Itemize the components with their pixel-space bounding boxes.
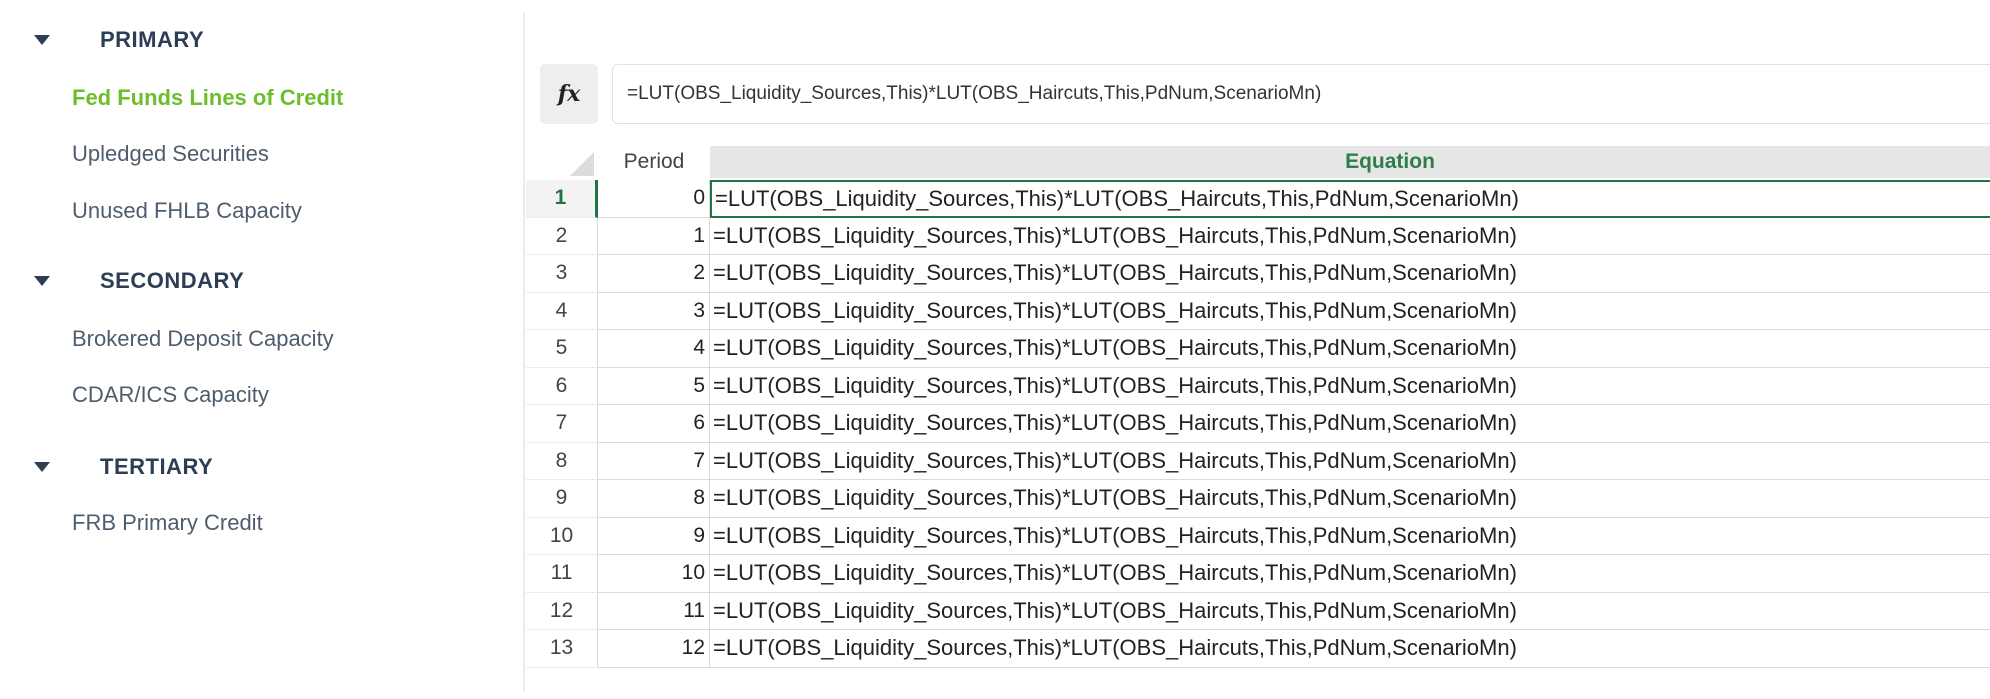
table-row: 9 8 =LUT(OBS_Liquidity_Sources,This)*LUT(O… — [526, 480, 1990, 518]
period-cell[interactable]: 9 — [598, 517, 710, 555]
equation-text: =LUT(OBS_Liquidity_Sources,This)*LUT(OBS… — [713, 297, 1517, 323]
nav-item-frb-primary-credit[interactable]: FRB Primary Credit — [72, 508, 263, 538]
equation-cell[interactable]: =LUT(OBS_Liquidity_Sources,This)*LUT(OBS… — [710, 368, 1990, 405]
row-header[interactable]: 9 — [526, 480, 598, 518]
row-header[interactable]: 5 — [526, 330, 598, 368]
row-header[interactable]: 6 — [526, 367, 598, 405]
nav-item-brokered-deposit-capacity[interactable]: Brokered Deposit Capacity — [72, 324, 334, 354]
row-header[interactable]: 3 — [526, 255, 598, 293]
equation-text: =LUT(OBS_Liquidity_Sources,This)*LUT(OBS… — [713, 485, 1517, 511]
formula-button[interactable]: fx — [540, 64, 598, 124]
table-row: 13 12 =LUT(OBS_Liquidity_Sources,This)*LUT… — [526, 630, 1990, 668]
row-header[interactable]: 12 — [526, 592, 598, 630]
equation-text: =LUT(OBS_Liquidity_Sources,This)*LUT(OBS… — [713, 410, 1517, 436]
equation-text: =LUT(OBS_Liquidity_Sources,This)*LUT(OBS… — [713, 522, 1517, 548]
table-row: 10 9 =LUT(OBS_Liquidity_Sources,This)*LUT(… — [526, 517, 1990, 555]
period-cell[interactable]: 8 — [598, 480, 710, 518]
table-row: 8 7 =LUT(OBS_Liquidity_Sources,This)*LUT(O… — [526, 442, 1990, 480]
table-row: 12 11 =LUT(OBS_Liquidity_Sources,This)*LUT… — [526, 592, 1990, 630]
period-cell[interactable]: 0 — [598, 180, 710, 218]
formula-input[interactable] — [612, 64, 1990, 124]
equation-cell[interactable]: =LUT(OBS_Liquidity_Sources,This)*LUT(OBS… — [710, 593, 1990, 630]
nav-item-unused-fhlb-capacity[interactable]: Unused FHLB Capacity — [72, 196, 302, 226]
equation-cell[interactable]: =LUT(OBS_Liquidity_Sources,This)*LUT(OBS… — [710, 255, 1990, 293]
equation-text: =LUT(OBS_Liquidity_Sources,This)*LUT(OBS… — [713, 447, 1517, 473]
period-cell[interactable]: 6 — [598, 405, 710, 443]
table-row: 11 10 =LUT(OBS_Liquidity_Sources,This)*LUT… — [526, 555, 1990, 593]
period-cell[interactable]: 12 — [598, 630, 710, 668]
column-header-period[interactable]: Period — [598, 146, 710, 178]
equation-cell[interactable]: =LUT(OBS_Liquidity_Sources,This)*LUT(OBS… — [710, 630, 1990, 668]
equation-cell[interactable]: =LUT(OBS_Liquidity_Sources,This)*LUT(OBS… — [710, 480, 1990, 518]
equation-cell[interactable]: =LUT(OBS_Liquidity_Sources,This)*LUT(OBS… — [710, 518, 1990, 555]
equation-cell[interactable]: =LUT(OBS_Liquidity_Sources,This)*LUT(OBS… — [710, 293, 1990, 330]
equation-text: =LUT(OBS_Liquidity_Sources,This)*LUT(OBS… — [713, 372, 1517, 398]
equation-cell[interactable]: =LUT(OBS_Liquidity_Sources,This)*LUT(OBS… — [710, 405, 1990, 443]
equation-cell[interactable]: =LUT(OBS_Liquidity_Sources,This)*LUT(OBS… — [710, 443, 1990, 480]
panel-divider — [523, 12, 525, 692]
table-row: 1 0 =LUT(OBS_Liquidity_Sources,This)*LUT(O… — [526, 180, 1990, 218]
row-header[interactable]: 11 — [526, 555, 598, 593]
period-cell[interactable]: 3 — [598, 292, 710, 330]
row-header[interactable]: 1 — [526, 180, 598, 218]
period-cell[interactable]: 2 — [598, 255, 710, 293]
table-row: 5 4 =LUT(OBS_Liquidity_Sources,This)*LUT(O… — [526, 330, 1990, 368]
row-header[interactable]: 8 — [526, 442, 598, 480]
table-row: 6 5 =LUT(OBS_Liquidity_Sources,This)*LUT(O… — [526, 367, 1990, 405]
equation-text: =LUT(OBS_Liquidity_Sources,This)*LUT(OBS… — [713, 560, 1517, 586]
caret-down-icon[interactable] — [34, 35, 50, 45]
group-label: SECONDARY — [100, 268, 245, 293]
period-cell[interactable]: 11 — [598, 592, 710, 630]
select-all-triangle-icon — [570, 152, 594, 176]
period-cell[interactable]: 4 — [598, 330, 710, 368]
table-row: 4 3 =LUT(OBS_Liquidity_Sources,This)*LUT(O… — [526, 292, 1990, 330]
select-all-corner[interactable] — [526, 146, 598, 178]
row-header[interactable]: 13 — [526, 630, 598, 668]
row-header[interactable]: 2 — [526, 217, 598, 255]
table-row: 7 6 =LUT(OBS_Liquidity_Sources,This)*LUT(O… — [526, 405, 1990, 443]
equation-cell[interactable]: =LUT(OBS_Liquidity_Sources,This)*LUT(OBS… — [710, 180, 1990, 218]
equation-text: =LUT(OBS_Liquidity_Sources,This)*LUT(OBS… — [713, 597, 1517, 623]
period-cell[interactable]: 7 — [598, 442, 710, 480]
group-label: TERTIARY — [100, 454, 214, 479]
equation-text: =LUT(OBS_Liquidity_Sources,This)*LUT(OBS… — [713, 635, 1517, 661]
equation-cell[interactable]: =LUT(OBS_Liquidity_Sources,This)*LUT(OBS… — [710, 218, 1990, 255]
fx-icon: fx — [557, 81, 581, 107]
nav-item-upledged-securities[interactable]: Upledged Securities — [72, 139, 269, 169]
row-header[interactable]: 10 — [526, 517, 598, 555]
equation-cell[interactable]: =LUT(OBS_Liquidity_Sources,This)*LUT(OBS… — [710, 330, 1990, 368]
column-header-equation[interactable]: Equation — [710, 146, 1990, 178]
header-row: Equation Period — [526, 146, 1990, 178]
equation-cell[interactable]: =LUT(OBS_Liquidity_Sources,This)*LUT(OBS… — [710, 555, 1990, 593]
caret-down-icon[interactable] — [34, 462, 50, 472]
equation-text: =LUT(OBS_Liquidity_Sources,This)*LUT(OBS… — [715, 185, 1519, 211]
equation-text: =LUT(OBS_Liquidity_Sources,This)*LUT(OBS… — [713, 260, 1517, 286]
row-header[interactable]: 4 — [526, 292, 598, 330]
group-label: PRIMARY — [100, 27, 205, 52]
period-cell[interactable]: 5 — [598, 367, 710, 405]
sidebar-nav: PRIMARY Fed Funds Lines of Credit Upledg… — [0, 0, 523, 699]
nav-item-fed-funds-lines-of-credit[interactable]: Fed Funds Lines of Credit — [72, 83, 343, 113]
caret-down-icon[interactable] — [34, 276, 50, 286]
equation-text: =LUT(OBS_Liquidity_Sources,This)*LUT(OBS… — [713, 335, 1517, 361]
table-row: 2 1 =LUT(OBS_Liquidity_Sources,This)*LUT(O… — [526, 217, 1990, 255]
table-row: 3 2 =LUT(OBS_Liquidity_Sources,This)*LUT(O… — [526, 255, 1990, 293]
row-header[interactable]: 7 — [526, 405, 598, 443]
period-cell[interactable]: 10 — [598, 555, 710, 593]
equation-text: =LUT(OBS_Liquidity_Sources,This)*LUT(OBS… — [713, 222, 1517, 248]
period-cell[interactable]: 1 — [598, 217, 710, 255]
nav-item-cdar-ics-capacity[interactable]: CDAR/ICS Capacity — [72, 380, 269, 410]
